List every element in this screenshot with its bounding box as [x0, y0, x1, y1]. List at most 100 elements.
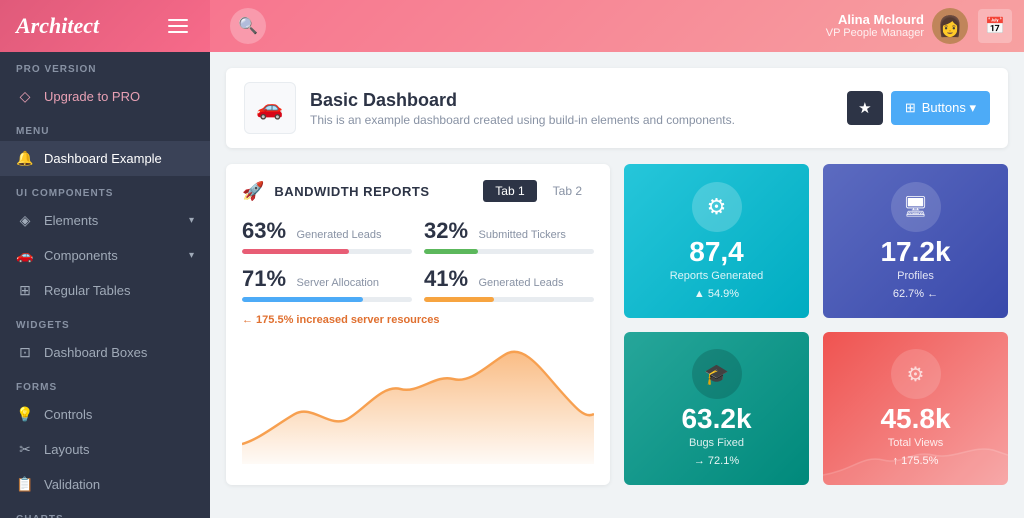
- progress-bar-4: [424, 297, 594, 302]
- bandwidth-header: 🚀 BANDWIDTH REPORTS Tab 1 Tab 2: [242, 180, 594, 202]
- page-header: 🚗 Basic Dashboard This is an example das…: [226, 68, 1008, 148]
- bandwidth-card: 🚀 BANDWIDTH REPORTS Tab 1 Tab 2 63% Gene…: [226, 164, 610, 485]
- stat-card-profiles: 🖥 17.2k Profiles 62.7% ←: [823, 164, 1008, 318]
- server-note: ← 175.5% increased server resources: [242, 314, 594, 326]
- page-header-right: ★ ⊞ Buttons ▾: [847, 91, 990, 125]
- stat-item-3: 71% Server Allocation: [242, 266, 412, 302]
- gear-icon-views: ⚙: [907, 362, 925, 387]
- stat-icon-profiles: 🖥: [891, 182, 941, 232]
- nav-right: Alina Mclourd VP People Manager 👩 📅: [826, 8, 1012, 44]
- progress-bar-2: [424, 249, 594, 254]
- dashboard-icon: 🔔: [16, 150, 34, 167]
- progress-fill-3: [242, 297, 363, 302]
- progress-fill-4: [424, 297, 494, 302]
- avatar: 👩: [932, 8, 968, 44]
- stat-icon-bugs: 🎓: [692, 349, 742, 399]
- gear-icon-reports: ⚙: [707, 194, 727, 220]
- main-content: 🚗 Basic Dashboard This is an example das…: [210, 52, 1024, 518]
- buttons-button[interactable]: ⊞ Buttons ▾: [891, 91, 990, 125]
- user-name: Alina Mclourd: [826, 12, 924, 28]
- stat-label-1: Generated Leads: [297, 229, 382, 241]
- stat-card-reports: ⚙ 87,4 Reports Generated ▲ 54.9%: [624, 164, 809, 318]
- sidebar-item-elements[interactable]: ◈ Elements ▾: [0, 203, 210, 238]
- components-icon: 🚗: [16, 247, 34, 264]
- user-info: Alina Mclourd VP People Manager 👩: [826, 8, 968, 44]
- validation-icon: 📋: [16, 476, 34, 493]
- progress-bar-1: [242, 249, 412, 254]
- layouts-icon: ✂: [16, 441, 34, 458]
- stat-label-2: Submitted Tickers: [479, 229, 566, 241]
- sidebar-item-dashboard[interactable]: 🔔 Dashboard Example: [0, 141, 210, 176]
- charts-label: CHARTS: [0, 502, 210, 518]
- chevron-down-icon: ▾: [189, 215, 194, 226]
- stat-footer-bugs: → 72.1%: [694, 455, 739, 467]
- stat-value-profiles: 17.2k: [880, 238, 950, 266]
- chart-area: [242, 334, 594, 469]
- calendar-button[interactable]: 📅: [978, 9, 1012, 43]
- stat-card-views: ⚙ 45.8k Total Views ↑ 175.5%: [823, 332, 1008, 486]
- logo-area: Architect: [0, 0, 210, 52]
- sidebar-item-regular-tables[interactable]: ⊞ Regular Tables: [0, 273, 210, 308]
- bandwidth-chart: [242, 334, 594, 464]
- stat-percent-3: 71%: [242, 266, 286, 291]
- stat-label-bugs: Bugs Fixed: [689, 437, 744, 449]
- diamond-icon: ◇: [16, 88, 34, 105]
- monitor-icon: 🖥: [903, 194, 928, 219]
- stat-item-2: 32% Submitted Tickers: [424, 218, 594, 254]
- stat-value-reports: 87,4: [689, 238, 744, 266]
- body-layout: PRO VERSION ◇ Upgrade to PRO MENU 🔔 Dash…: [0, 52, 1024, 518]
- buttons-label: Buttons ▾: [922, 100, 976, 116]
- stats-row-1: 63% Generated Leads 32% Submitted Ticker…: [242, 218, 594, 254]
- stat-label-profiles: Profiles: [897, 270, 934, 282]
- sidebar: PRO VERSION ◇ Upgrade to PRO MENU 🔔 Dash…: [0, 52, 210, 518]
- stat-item-4: 41% Generated Leads: [424, 266, 594, 302]
- graduation-icon: 🎓: [704, 362, 729, 387]
- stat-percent-2: 32%: [424, 218, 468, 243]
- table-icon: ⊞: [16, 282, 34, 299]
- pro-version-label: PRO VERSION: [0, 52, 210, 79]
- stat-item-1: 63% Generated Leads: [242, 218, 412, 254]
- nav-left: Architect 🔍: [0, 0, 266, 52]
- sidebar-item-controls[interactable]: 💡 Controls: [0, 397, 210, 432]
- top-nav: Architect 🔍 Alina Mclourd VP People Mana…: [0, 0, 1024, 52]
- user-role: VP People Manager: [826, 27, 924, 40]
- buttons-icon: ⊞: [905, 100, 916, 116]
- dashboard-grid: 🚀 BANDWIDTH REPORTS Tab 1 Tab 2 63% Gene…: [226, 164, 1008, 485]
- sidebar-item-upgrade[interactable]: ◇ Upgrade to PRO: [0, 79, 210, 114]
- stat-footer-reports: ▲ 54.9%: [694, 288, 739, 300]
- menu-label: MENU: [0, 114, 210, 141]
- stats-row-2: 71% Server Allocation 41% Generated Lead…: [242, 266, 594, 302]
- mini-wave-chart: [823, 435, 1008, 485]
- sidebar-item-components[interactable]: 🚗 Components ▾: [0, 238, 210, 273]
- progress-fill-2: [424, 249, 478, 254]
- sidebar-item-dashboard-boxes[interactable]: ⊡ Dashboard Boxes: [0, 335, 210, 370]
- sidebar-item-layouts[interactable]: ✂ Layouts: [0, 432, 210, 467]
- stat-value-bugs: 63.2k: [681, 405, 751, 433]
- bandwidth-title-row: 🚀 BANDWIDTH REPORTS: [242, 181, 430, 202]
- search-button[interactable]: 🔍: [230, 8, 266, 44]
- widgets-label: WIDGETS: [0, 308, 210, 335]
- layouts-label: Layouts: [44, 442, 90, 457]
- stat-label-3: Server Allocation: [297, 277, 380, 289]
- hamburger-button[interactable]: [162, 13, 194, 39]
- stat-percent-4: 41%: [424, 266, 468, 291]
- stat-percent-1: 63%: [242, 218, 286, 243]
- stat-label-4: Generated Leads: [479, 277, 564, 289]
- sidebar-item-validation[interactable]: 📋 Validation: [0, 467, 210, 502]
- dashboard-boxes-label: Dashboard Boxes: [44, 345, 147, 360]
- stat-label-reports: Reports Generated: [670, 270, 764, 282]
- dashboard-label: Dashboard Example: [44, 151, 162, 166]
- page-title: Basic Dashboard: [310, 90, 735, 111]
- progress-fill-1: [242, 249, 349, 254]
- progress-bar-3: [242, 297, 412, 302]
- server-note-text: ← 175.5% increased server resources: [242, 314, 440, 326]
- tab-2-button[interactable]: Tab 2: [541, 180, 594, 202]
- components-label: Components: [44, 248, 118, 263]
- forms-label: FORMS: [0, 370, 210, 397]
- tab-1-button[interactable]: Tab 1: [483, 180, 536, 202]
- stat-footer-profiles: 62.7% ←: [893, 288, 938, 300]
- logo: Architect: [16, 13, 99, 39]
- star-button[interactable]: ★: [847, 91, 883, 125]
- user-text: Alina Mclourd VP People Manager: [826, 12, 924, 41]
- page-icon-box: 🚗: [244, 82, 296, 134]
